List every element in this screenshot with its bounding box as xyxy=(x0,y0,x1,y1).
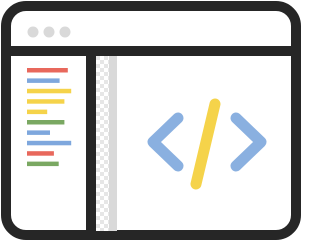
titlebar-dot-icon xyxy=(27,26,39,38)
browser-window-icon xyxy=(0,0,302,241)
titlebar-dot-icon xyxy=(43,26,55,38)
scrollbar-track xyxy=(109,56,117,231)
sidebar-divider xyxy=(86,56,96,231)
code-line xyxy=(27,99,65,104)
code-line xyxy=(27,88,72,94)
code-line xyxy=(27,151,54,156)
code-line xyxy=(27,109,48,115)
titlebar-divider xyxy=(10,46,292,56)
code-line xyxy=(27,78,60,83)
checker-strip xyxy=(96,56,109,231)
code-line xyxy=(27,161,59,167)
code-editor-illustration xyxy=(1,1,301,240)
code-line xyxy=(27,120,65,125)
code-line xyxy=(27,140,72,146)
code-line xyxy=(27,130,50,135)
titlebar-dots xyxy=(27,26,71,38)
code-line xyxy=(27,68,68,73)
titlebar-dot-icon xyxy=(59,26,71,38)
